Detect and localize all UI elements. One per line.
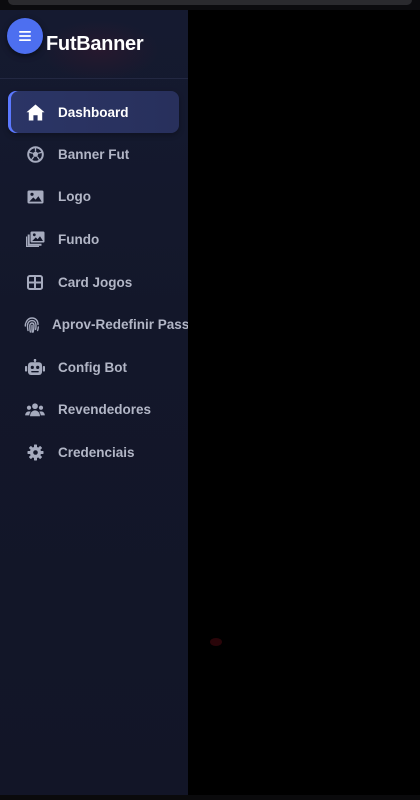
- soccer-ball-icon: [25, 144, 45, 164]
- robot-icon: [25, 357, 45, 377]
- sidebar-item-label: Fundo: [58, 231, 100, 247]
- sidebar-item-credenciais[interactable]: Credenciais: [0, 431, 188, 474]
- top-status-strip: [0, 0, 420, 10]
- sidebar-item-label: Revendedores: [58, 402, 152, 418]
- sidebar-item-fundo[interactable]: Fundo: [0, 218, 188, 261]
- users-icon: [25, 400, 45, 420]
- sidebar-item-label: Config Bot: [58, 359, 127, 375]
- main-content-area: [188, 10, 420, 795]
- content-background-speck: [210, 638, 222, 646]
- sidebar-item-banner-fut[interactable]: Banner Fut: [0, 133, 188, 176]
- sidebar-nav: Dashboard Banner Fut Logo Fundo Card Jog…: [0, 91, 188, 474]
- home-icon: [25, 102, 45, 122]
- sidebar-item-label: Dashboard: [58, 104, 129, 120]
- app-title: FutBanner: [46, 33, 144, 55]
- images-icon: [25, 229, 45, 249]
- sidebar-item-card-jogos[interactable]: Card Jogos: [0, 261, 188, 304]
- fingerprint-icon: [22, 315, 42, 335]
- sidebar-item-label: Aprov-Redefinir Pass: [52, 317, 188, 333]
- gear-icon: [25, 442, 45, 462]
- sidebar-item-aprov-redefinir-pass[interactable]: Aprov-Redefinir Pass: [0, 303, 188, 346]
- sidebar-item-config-bot[interactable]: Config Bot: [0, 346, 188, 389]
- sidebar-item-logo[interactable]: Logo: [0, 176, 188, 219]
- sidebar-item-dashboard[interactable]: Dashboard: [8, 91, 179, 133]
- app-screen: FutBanner Dashboard Banner Fut Logo Fund…: [0, 0, 420, 800]
- sidebar: FutBanner Dashboard Banner Fut Logo Fund…: [0, 10, 188, 795]
- grid-icon: [25, 272, 45, 292]
- sidebar-item-label: Logo: [58, 189, 91, 205]
- bottom-strip: [0, 795, 420, 800]
- menu-toggle-button[interactable]: [7, 18, 43, 54]
- sidebar-item-label: Credenciais: [58, 444, 135, 460]
- image-icon: [25, 187, 45, 207]
- hamburger-icon: [19, 31, 31, 41]
- sidebar-item-label: Card Jogos: [58, 274, 133, 290]
- sidebar-item-label: Banner Fut: [58, 146, 130, 162]
- sidebar-brand: FutBanner: [0, 10, 188, 79]
- sidebar-item-revendedores[interactable]: Revendedores: [0, 389, 188, 432]
